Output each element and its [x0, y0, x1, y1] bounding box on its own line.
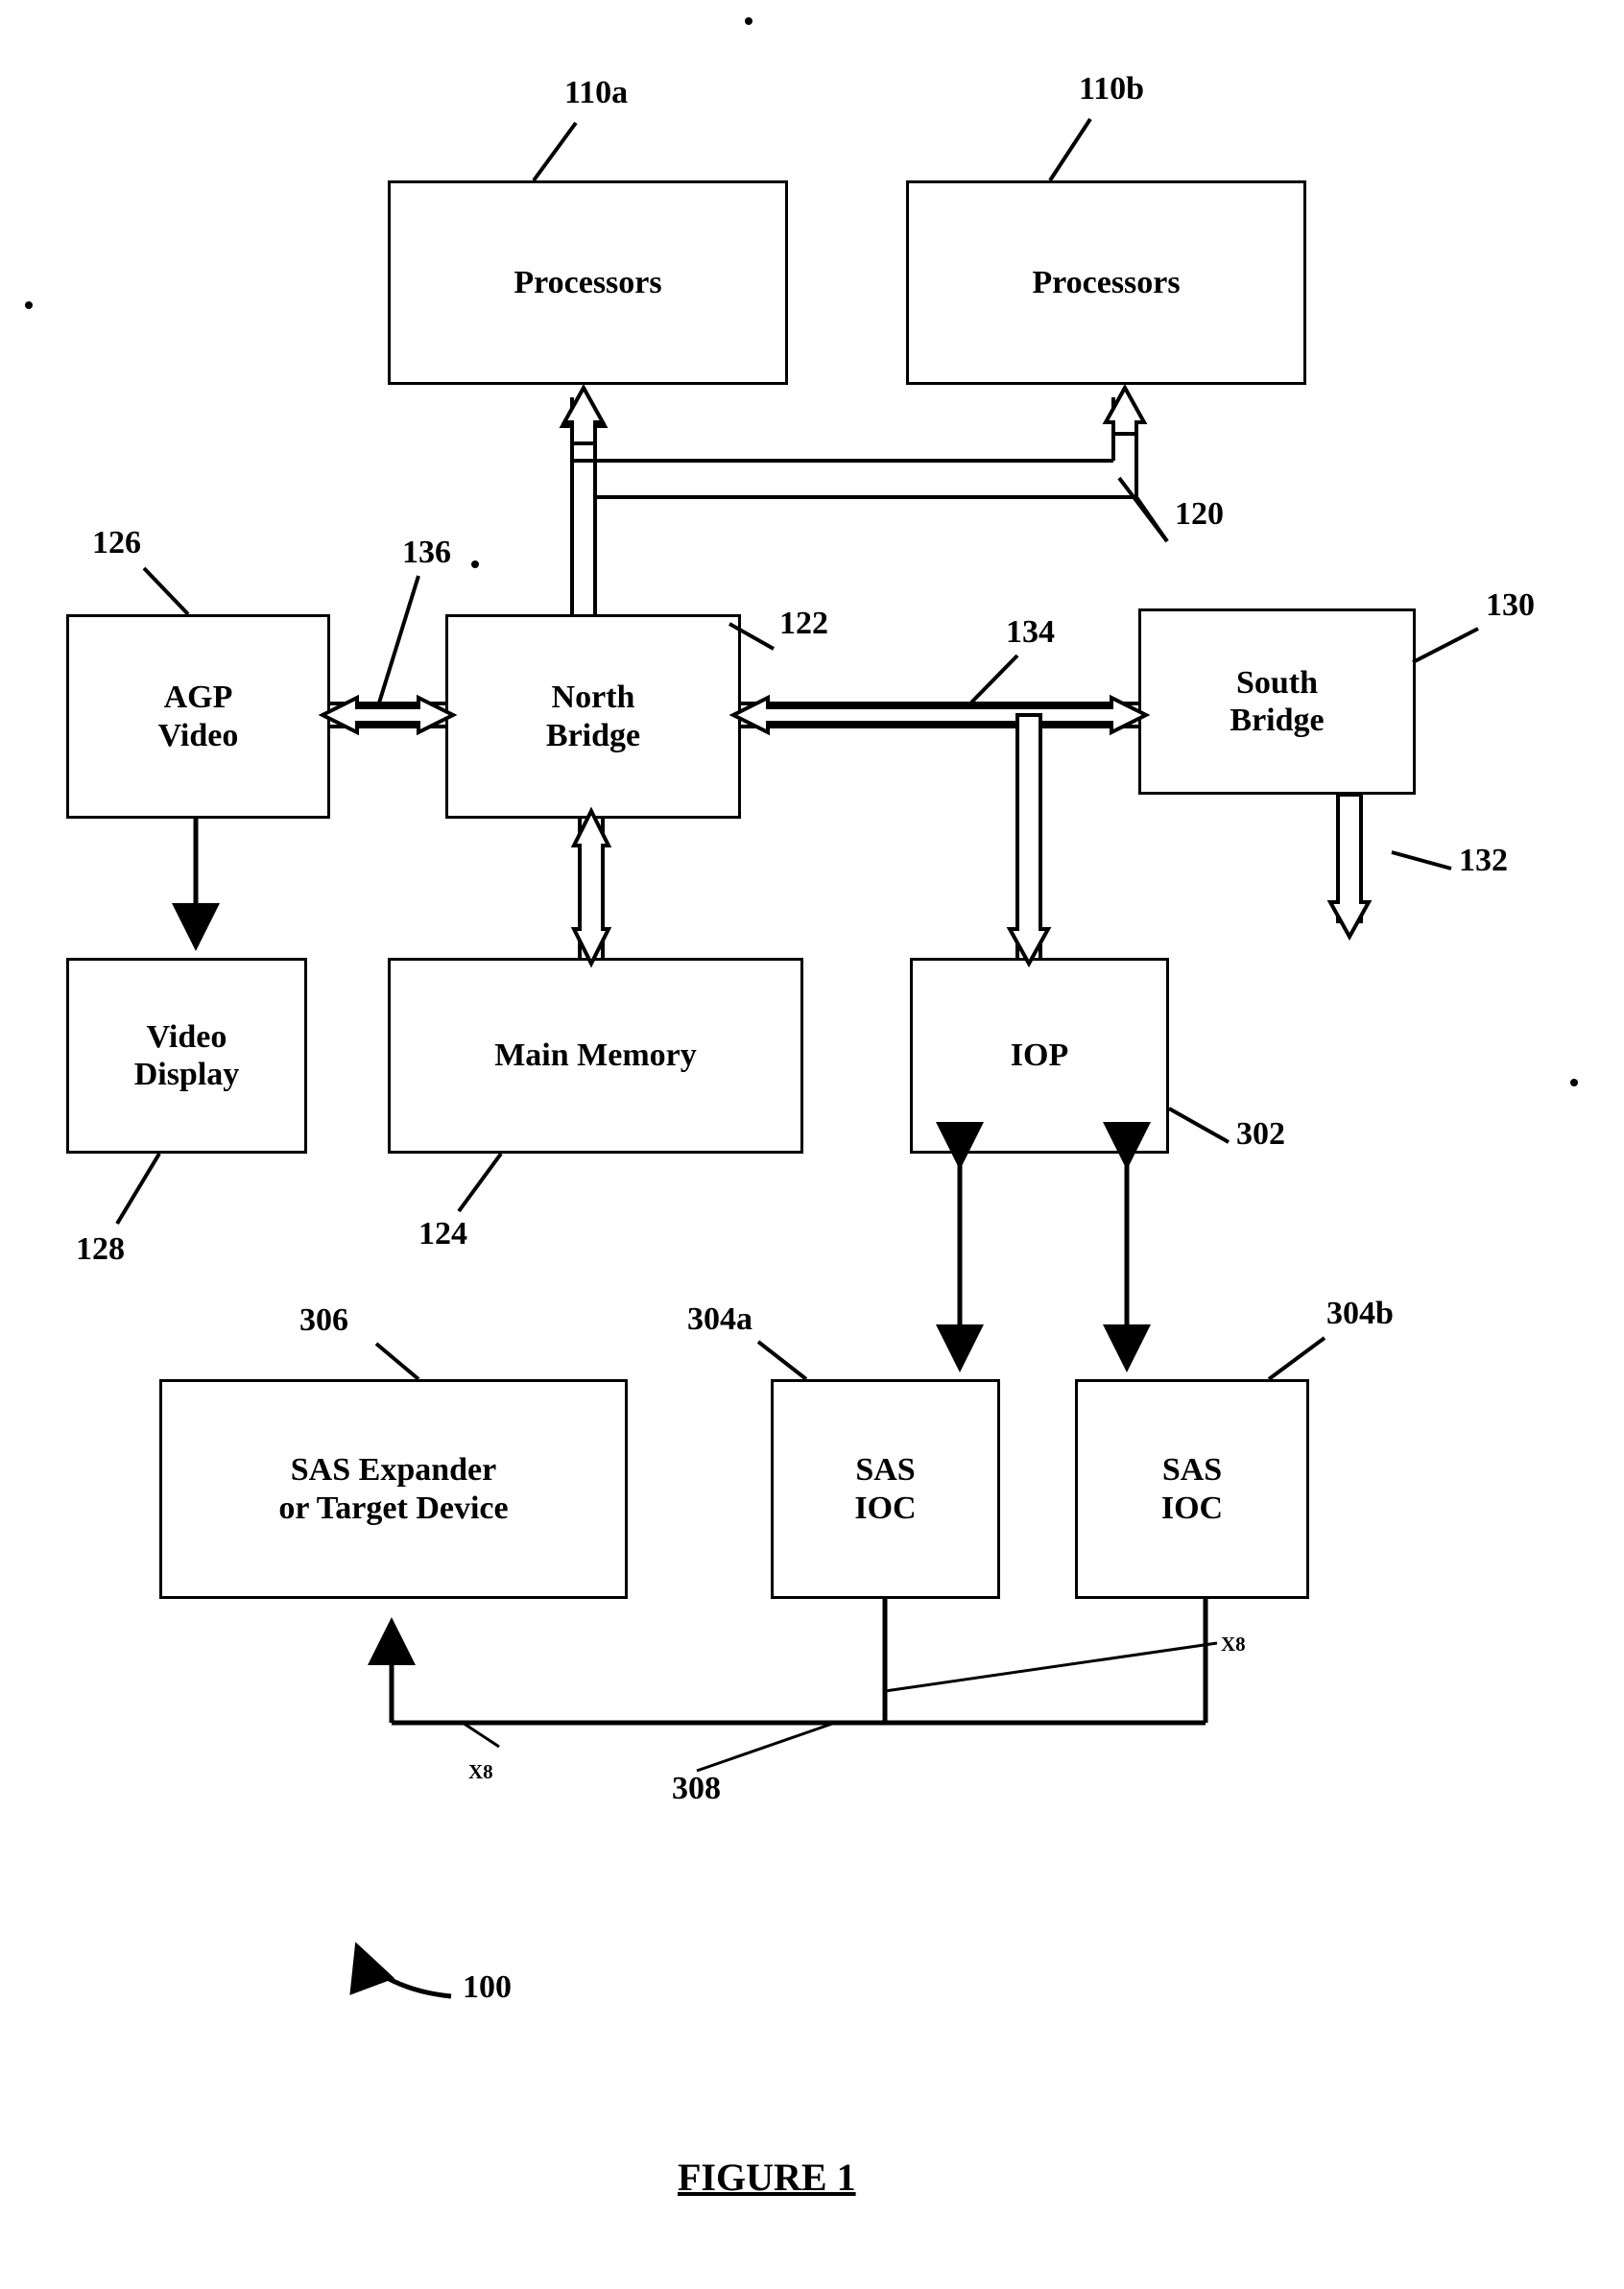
- ref-302: 302: [1236, 1116, 1285, 1152]
- box-label: Processors: [1032, 264, 1181, 300]
- ref-126: 126: [92, 525, 141, 560]
- label-x8-right: X8: [1221, 1633, 1246, 1656]
- patent-figure-diagram: Processors Processors AGP Video North Br…: [0, 0, 1624, 2289]
- box-label-line1: SAS: [855, 1452, 916, 1489]
- box-label-line2: Bridge: [545, 717, 641, 753]
- ref-128: 128: [76, 1231, 125, 1267]
- box-label-line1: SAS Expander: [290, 1452, 497, 1489]
- ref-134: 134: [1006, 614, 1055, 650]
- box-processors-a: Processors: [388, 180, 788, 385]
- box-label: Processors: [513, 264, 662, 300]
- ref-130: 130: [1486, 587, 1535, 623]
- ref-304a: 304a: [687, 1301, 752, 1337]
- box-label-line1: South: [1235, 664, 1319, 701]
- box-main-memory: Main Memory: [388, 958, 803, 1154]
- box-label-line2: IOC: [854, 1490, 917, 1526]
- box-iop: IOP: [910, 958, 1169, 1154]
- ref-306: 306: [299, 1302, 348, 1338]
- box-label: Main Memory: [494, 1037, 697, 1074]
- ref-100: 100: [463, 1969, 512, 2005]
- box-processors-b: Processors: [906, 180, 1306, 385]
- box-label-line1: Video: [146, 1018, 227, 1055]
- ref-308: 308: [672, 1771, 721, 1806]
- ref-132: 132: [1459, 843, 1508, 878]
- ref-120: 120: [1175, 496, 1224, 532]
- ref-124: 124: [418, 1216, 467, 1252]
- figure-title: FIGURE 1: [678, 2156, 856, 2199]
- ref-110a: 110a: [564, 75, 629, 110]
- ref-304b: 304b: [1326, 1296, 1394, 1331]
- label-x8-left: X8: [468, 1760, 493, 1783]
- box-south-bridge: South Bridge: [1138, 608, 1416, 795]
- box-label-line2: or Target Device: [278, 1490, 509, 1526]
- ref-110b: 110b: [1079, 71, 1145, 107]
- box-label-line2: Bridge: [1230, 703, 1325, 738]
- box-sas-ioc-a: SAS IOC: [771, 1379, 1000, 1599]
- ref-122: 122: [779, 606, 828, 641]
- box-label-line1: AGP: [163, 680, 233, 716]
- box-label: IOP: [1010, 1037, 1069, 1074]
- box-label-line2: IOC: [1160, 1490, 1224, 1526]
- box-label-line1: North: [551, 680, 635, 716]
- box-agp-video: AGP Video: [66, 614, 330, 819]
- box-video-display: Video Display: [66, 958, 307, 1154]
- box-north-bridge: North Bridge: [445, 614, 741, 819]
- box-label-line2: Display: [133, 1057, 240, 1092]
- ref-136: 136: [402, 535, 451, 570]
- box-label-line2: Video: [157, 717, 239, 753]
- box-sas-ioc-b: SAS IOC: [1075, 1379, 1309, 1599]
- box-sas-expander: SAS Expander or Target Device: [159, 1379, 628, 1599]
- box-label-line1: SAS: [1161, 1452, 1223, 1489]
